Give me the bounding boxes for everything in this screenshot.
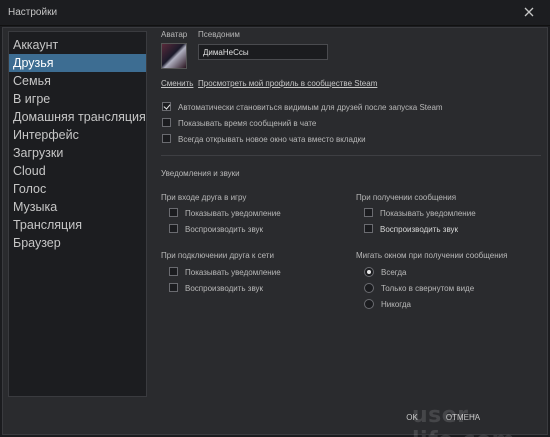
auto-online-label: Автоматически становиться видимым для др…	[178, 103, 443, 112]
friend-online-sound-label: Воспроизводить звук	[185, 284, 264, 293]
friend-online-title: При подключении друга к сети	[161, 251, 274, 260]
message-received-sound-label: Воспроизводить звук	[380, 225, 459, 234]
sidebar-item-voice[interactable]: Голос	[9, 180, 146, 198]
show-timestamps-label: Показывать время сообщений в чате	[178, 119, 317, 128]
close-icon[interactable]	[522, 5, 536, 19]
sidebar-item-interface[interactable]: Интерфейс	[9, 126, 146, 144]
notifications-section-title: Уведомления и звуки	[161, 169, 240, 178]
flash-window-title: Мигать окном при получении сообщения	[356, 251, 508, 260]
friend-joins-game-sound-label: Воспроизводить звук	[185, 225, 264, 234]
title-bar: Настройки	[0, 0, 550, 26]
friend-online-notify-label: Показывать уведомление	[185, 268, 281, 277]
message-received-sound-checkbox[interactable]	[364, 224, 373, 233]
sidebar-item-browser[interactable]: Браузер	[9, 234, 146, 252]
new-window-label: Всегда открывать новое окно чата вместо …	[178, 135, 366, 144]
auto-online-checkbox[interactable]	[162, 102, 171, 111]
flash-minimized-radio[interactable]	[364, 283, 374, 293]
settings-sidebar: Аккаунт Друзья Семья В игре Домашняя тра…	[8, 31, 147, 397]
show-timestamps-checkbox[interactable]	[162, 118, 171, 127]
friend-joins-game-notify-checkbox[interactable]	[169, 208, 178, 217]
new-window-checkbox[interactable]	[162, 134, 171, 143]
friend-joins-game-sound-checkbox[interactable]	[169, 224, 178, 233]
change-avatar-link[interactable]: Сменить	[161, 79, 193, 88]
avatar[interactable]	[161, 43, 187, 69]
sidebar-item-downloads[interactable]: Загрузки	[9, 144, 146, 162]
friend-joins-game-notify-label: Показывать уведомление	[185, 209, 281, 218]
sidebar-item-account[interactable]: Аккаунт	[9, 36, 146, 54]
sidebar-item-family[interactable]: Семья	[9, 72, 146, 90]
nickname-label: Псевдоним	[198, 30, 240, 39]
flash-always-label: Всегда	[381, 268, 407, 277]
flash-never-radio[interactable]	[364, 299, 374, 309]
settings-window: Аккаунт Друзья Семья В игре Домашняя тра…	[2, 27, 548, 435]
friend-online-sound-checkbox[interactable]	[169, 283, 178, 292]
friends-settings-panel: Аватар Псевдоним Сменить Просмотреть мой…	[153, 28, 545, 398]
friend-online-notify-checkbox[interactable]	[169, 267, 178, 276]
window-title: Настройки	[8, 7, 58, 18]
flash-minimized-label: Только в свернутом виде	[381, 284, 475, 293]
section-divider	[161, 155, 541, 156]
sidebar-item-music[interactable]: Музыка	[9, 198, 146, 216]
nickname-input[interactable]	[198, 44, 328, 60]
flash-always-radio[interactable]	[364, 267, 374, 277]
view-profile-link[interactable]: Просмотреть мой профиль в сообществе Ste…	[198, 79, 377, 88]
sidebar-item-broadcasting[interactable]: Трансляция	[9, 216, 146, 234]
message-received-notify-label: Показывать уведомление	[380, 209, 476, 218]
sidebar-item-in-game[interactable]: В игре	[9, 90, 146, 108]
message-received-title: При получении сообщения	[356, 193, 457, 202]
flash-never-label: Никогда	[381, 300, 411, 309]
sidebar-item-cloud[interactable]: Cloud	[9, 162, 146, 180]
message-received-notify-checkbox[interactable]	[364, 208, 373, 217]
watermark: user-life.com	[412, 403, 515, 437]
avatar-label: Аватар	[161, 30, 188, 39]
friend-joins-game-title: При входе друга в игру	[161, 193, 247, 202]
sidebar-item-friends[interactable]: Друзья	[9, 54, 146, 72]
sidebar-item-home-streaming[interactable]: Домашняя трансляция	[9, 108, 146, 126]
